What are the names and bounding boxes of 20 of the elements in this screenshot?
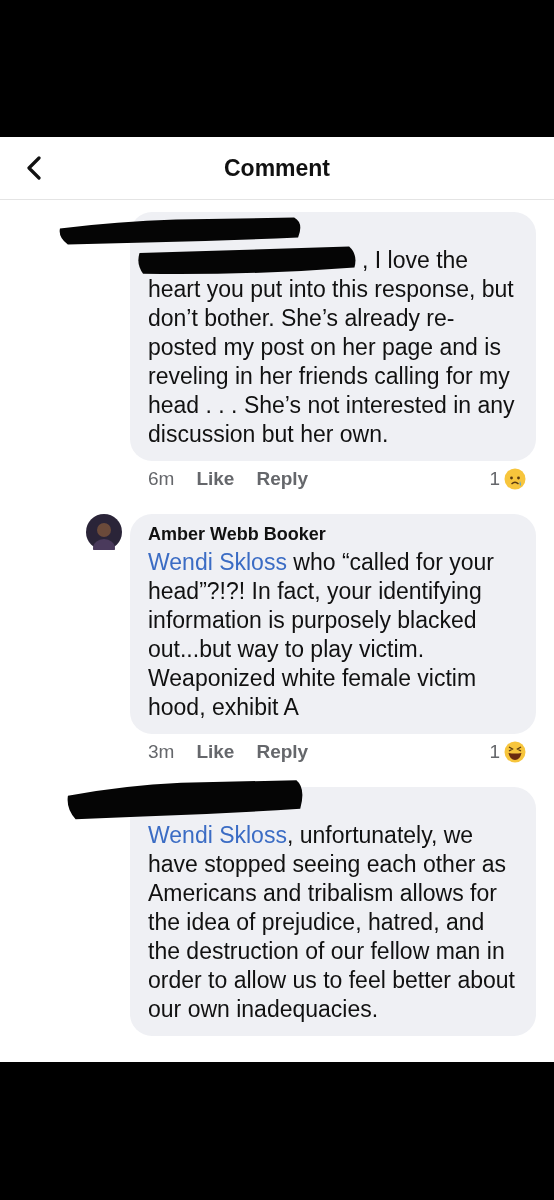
comment-text: Wendi Skloss who “called for your head”?!?! In fact, your identifying information is purposely blacked out...but way to play victim. Weaponized white female victim hood, exhibit A: [148, 548, 495, 722]
like-link[interactable]: Like: [196, 468, 235, 490]
comment-time: 6m: [148, 468, 175, 490]
comment-text: Wendi Skloss, unfortunately, we have stopped seeing each other as Americans and tribalism allows for the idea of prejudice, hatred, and the destruction of our fellow man in order to allow us to feel better about our own inadequacies.: [148, 821, 516, 1024]
reply-link[interactable]: Reply: [256, 468, 309, 490]
laughing-emoji-icon[interactable]: [504, 741, 526, 763]
header-title: Comment: [223, 154, 331, 182]
avatar[interactable]: [86, 514, 122, 550]
mention-link[interactable]: Wendi Skloss: [148, 549, 287, 575]
mention-link[interactable]: Wendi Skloss: [148, 822, 287, 848]
back-icon[interactable]: [26, 156, 42, 180]
reply-link[interactable]: Reply: [256, 741, 309, 763]
author-name[interactable]: Amber Webb Booker: [148, 524, 326, 544]
reaction-count: 1: [489, 468, 500, 490]
reaction-count: 1: [489, 741, 500, 763]
crying-emoji-icon[interactable]: [504, 468, 526, 490]
comment-time: 3m: [148, 741, 175, 763]
like-link[interactable]: Like: [196, 741, 235, 763]
comment-text: , I love the: [362, 246, 469, 275]
comment-text: heart you put into this response, but don’t bother. She’s already re-posted my post on her page and is reveling in her friends calling for my head . . . She’s not interested in any discussion but her own.: [148, 275, 516, 449]
